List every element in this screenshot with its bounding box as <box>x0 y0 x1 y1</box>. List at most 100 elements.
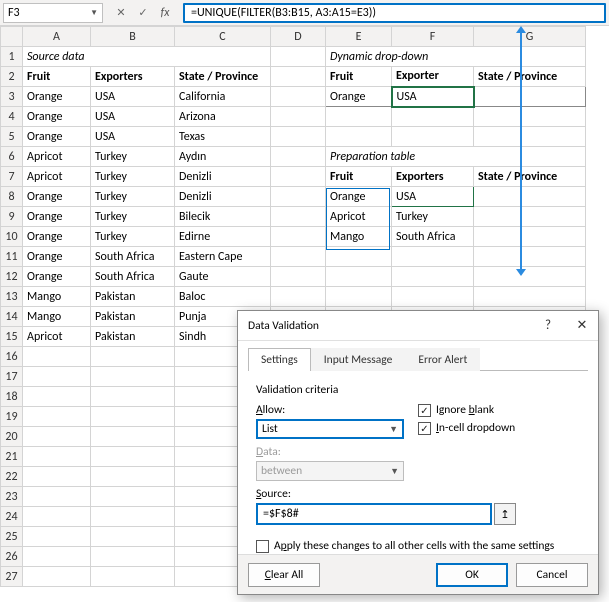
formula-input[interactable]: =UNIQUE(FILTER(B3:B15, A3:A15=E3)) <box>183 3 606 23</box>
cell[interactable]: Bilecik <box>175 207 271 227</box>
cell[interactable]: Turkey <box>91 167 175 187</box>
row-15[interactable]: 15 <box>1 327 23 347</box>
hdr-exporters[interactable]: Exporters <box>91 67 175 87</box>
cell[interactable]: Eastern Cape <box>175 247 271 267</box>
tab-input-message[interactable]: Input Message <box>311 348 406 371</box>
cell[interactable]: Apricot <box>326 207 392 227</box>
row-19[interactable]: 19 <box>1 407 23 427</box>
cell[interactable]: Texas <box>175 127 271 147</box>
cell[interactable]: Turkey <box>392 207 474 227</box>
cell[interactable]: Orange <box>23 227 91 247</box>
cell[interactable]: Turkey <box>91 207 175 227</box>
cell[interactable]: Apricot <box>23 147 91 167</box>
cell[interactable] <box>474 187 586 207</box>
row-21[interactable]: 21 <box>1 447 23 467</box>
row-10[interactable]: 10 <box>1 227 23 247</box>
cell[interactable]: South Africa <box>91 267 175 287</box>
cell[interactable] <box>474 207 586 227</box>
cell[interactable]: Aydın <box>175 147 271 167</box>
cancel-button[interactable]: Cancel <box>516 563 588 587</box>
cell[interactable]: Mango <box>326 227 392 247</box>
close-icon[interactable]: ✕ <box>574 318 590 333</box>
cell[interactable]: USA <box>91 107 175 127</box>
row-27[interactable]: 27 <box>1 567 23 587</box>
cell[interactable]: Arizona <box>175 107 271 127</box>
row-9[interactable]: 9 <box>1 207 23 227</box>
cell[interactable]: Orange <box>23 187 91 207</box>
title-source[interactable]: Source data <box>23 47 271 67</box>
cell[interactable]: Mango <box>23 287 91 307</box>
row-20[interactable]: 20 <box>1 427 23 447</box>
cell[interactable]: Orange <box>326 187 392 207</box>
select-all[interactable] <box>1 27 23 47</box>
cell[interactable]: Turkey <box>91 227 175 247</box>
cell[interactable]: Orange <box>23 107 91 127</box>
cell[interactable]: Apricot <box>23 167 91 187</box>
cell[interactable]: Denizli <box>175 187 271 207</box>
cell[interactable]: USA <box>91 127 175 147</box>
cell[interactable]: Gaute <box>175 267 271 287</box>
row-8[interactable]: 8 <box>1 187 23 207</box>
tab-error-alert[interactable]: Error Alert <box>405 348 480 371</box>
cell[interactable]: California <box>175 87 271 107</box>
hdr-dyn-exporter[interactable]: Exporter <box>392 67 474 87</box>
name-box[interactable]: F3 ▼ <box>3 3 103 23</box>
col-D[interactable]: D <box>271 27 326 47</box>
active-cell-F3[interactable]: USA ▼ <box>392 87 474 107</box>
enter-formula-icon[interactable]: ✓ <box>133 4 153 22</box>
cell[interactable]: Pakistan <box>91 327 175 347</box>
row-13[interactable]: 13 <box>1 287 23 307</box>
col-G[interactable]: G <box>474 27 586 47</box>
row-25[interactable]: 25 <box>1 527 23 547</box>
cell[interactable]: Turkey <box>91 187 175 207</box>
source-input[interactable]: =$F$8# <box>256 503 492 525</box>
tab-settings[interactable]: Settings <box>248 348 311 371</box>
row-14[interactable]: 14 <box>1 307 23 327</box>
hdr-fruit[interactable]: Fruit <box>23 67 91 87</box>
help-icon[interactable]: ? <box>540 318 556 333</box>
cell[interactable]: Pakistan <box>91 287 175 307</box>
hdr-prep-state[interactable]: State / Province <box>474 167 586 187</box>
cell[interactable]: Orange <box>23 247 91 267</box>
row-26[interactable]: 26 <box>1 547 23 567</box>
cell[interactable]: USA <box>91 87 175 107</box>
col-C[interactable]: C <box>175 27 271 47</box>
title-prep[interactable]: Preparation table <box>326 147 586 167</box>
clear-all-button[interactable]: Clear All <box>248 563 320 587</box>
fx-icon[interactable]: fx <box>155 4 175 22</box>
row-12[interactable]: 12 <box>1 267 23 287</box>
row-5[interactable]: 5 <box>1 127 23 147</box>
row-11[interactable]: 11 <box>1 247 23 267</box>
col-B[interactable]: B <box>91 27 175 47</box>
title-dynamic[interactable]: Dynamic drop-down <box>326 47 586 67</box>
row-7[interactable]: 7 <box>1 167 23 187</box>
row-1[interactable]: 1 <box>1 47 23 67</box>
row-18[interactable]: 18 <box>1 387 23 407</box>
row-23[interactable]: 23 <box>1 487 23 507</box>
hdr-dyn-state[interactable]: State / Province <box>474 67 586 87</box>
row-3[interactable]: 3 <box>1 87 23 107</box>
row-16[interactable]: 16 <box>1 347 23 367</box>
apply-all-checkbox[interactable]: Apply these changes to all other cells w… <box>256 539 580 553</box>
col-E[interactable]: E <box>326 27 392 47</box>
ignore-blank-checkbox[interactable]: ✓ Ignore blank <box>418 403 515 417</box>
dialog-titlebar[interactable]: Data Validation ? ✕ <box>238 311 598 341</box>
hdr-prep-exporters[interactable]: Exporters <box>392 167 474 187</box>
hdr-state[interactable]: State / Province <box>175 67 271 87</box>
name-box-dropdown-icon[interactable]: ▼ <box>90 8 98 18</box>
ok-button[interactable]: OK <box>436 563 508 587</box>
cell[interactable]: South Africa <box>392 227 474 247</box>
col-A[interactable]: A <box>23 27 91 47</box>
cell[interactable]: Baloc <box>175 287 271 307</box>
cell[interactable]: Orange <box>23 207 91 227</box>
cell[interactable]: Turkey <box>91 147 175 167</box>
cell[interactable]: Orange <box>23 87 91 107</box>
row-17[interactable]: 17 <box>1 367 23 387</box>
cell[interactable]: Orange <box>23 267 91 287</box>
col-F[interactable]: F <box>392 27 474 47</box>
cell[interactable]: Mango <box>23 307 91 327</box>
row-24[interactable]: 24 <box>1 507 23 527</box>
cell[interactable]: South Africa <box>91 247 175 267</box>
hdr-prep-fruit[interactable]: Fruit <box>326 167 392 187</box>
cell[interactable]: Apricot <box>23 327 91 347</box>
